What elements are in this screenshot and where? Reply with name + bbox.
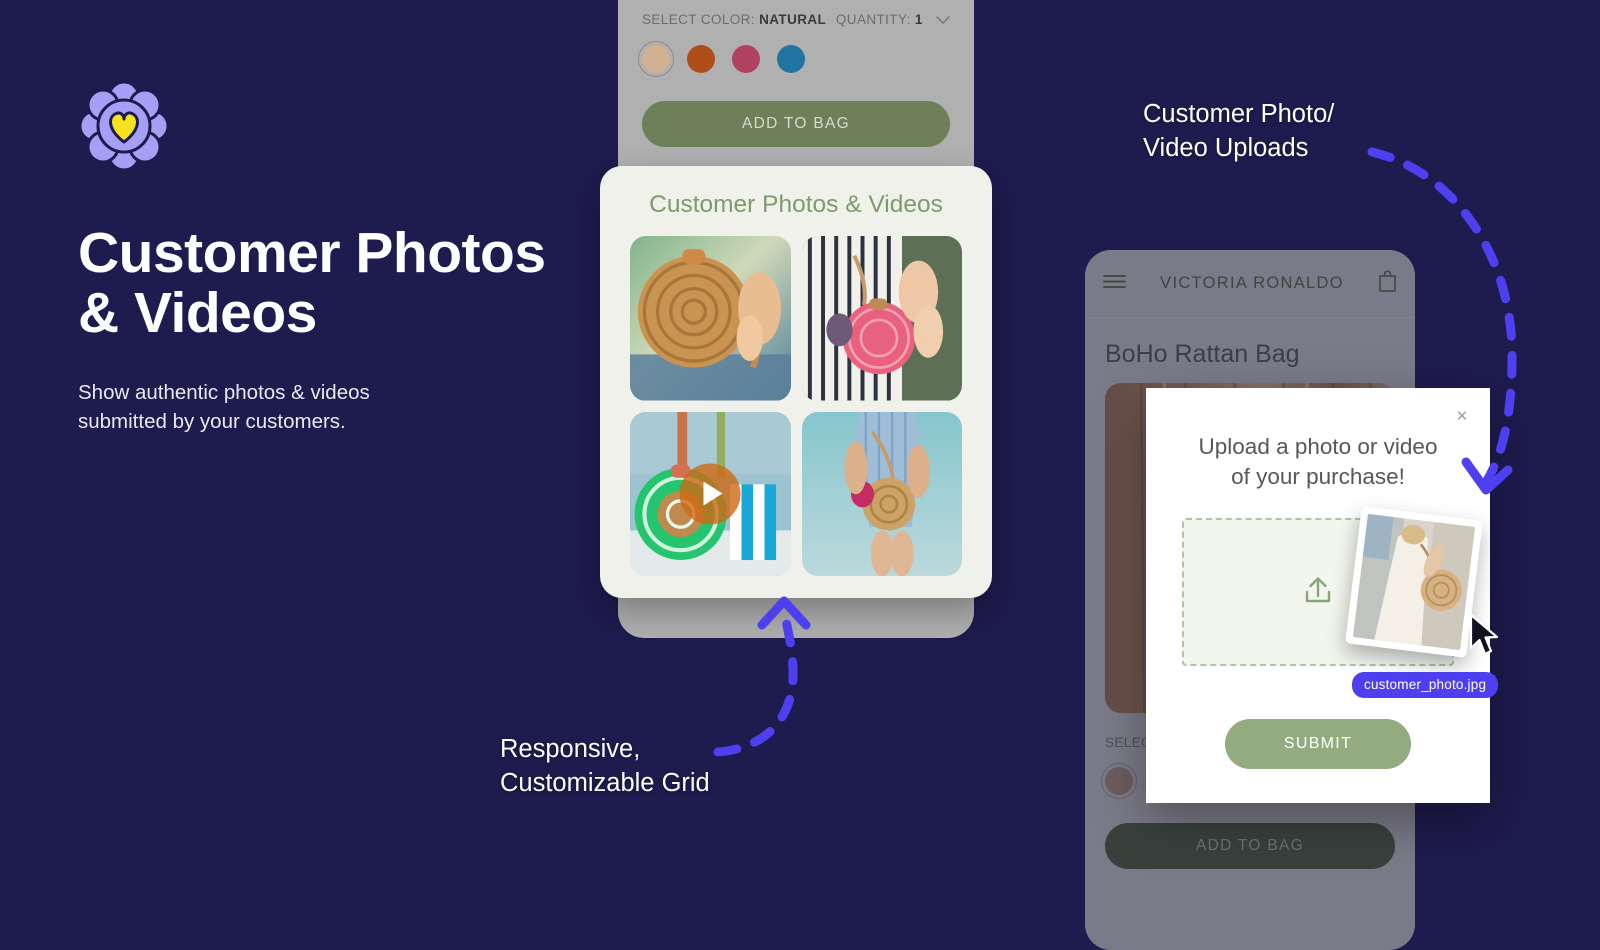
right-add-to-bag-button[interactable]: ADD TO BAG [1105,823,1395,869]
right-color-swatch-natural[interactable] [1101,763,1137,799]
modal-title: Upload a photo or video of your purchase… [1198,434,1438,490]
play-icon[interactable] [679,463,741,525]
ugc-tile-4[interactable] [801,411,962,576]
upload-icon [1298,570,1338,615]
hamburger-menu-icon[interactable] [1103,274,1126,294]
shopping-bag-icon[interactable] [1378,270,1397,297]
ugc-tile-3[interactable] [630,411,791,576]
ugc-tile-1[interactable] [630,236,791,401]
ugc-photo-grid [630,236,962,576]
mouse-pointer-icon [1468,613,1502,662]
dragged-photo-thumbnail[interactable] [1345,506,1483,658]
customer-photos-card: Customer Photos & Videos [600,166,992,598]
add-to-bag-button[interactable]: ADD TO BAG [642,100,950,147]
annotation-grid-label: Responsive, Customizable Grid [500,735,710,797]
close-icon[interactable]: × [1452,406,1472,426]
selected-color-value: NATURAL [759,12,827,28]
color-swatch-rust[interactable] [687,44,715,73]
color-swatch-group [638,40,950,77]
arrow-grid-path [713,615,798,757]
poster-canvas: Customer Photos & Videos Show authentic … [0,0,1600,950]
ugc-card-title: Customer Photos & Videos [649,191,943,218]
product-title: BoHo Rattan Bag [1105,340,1300,368]
color-swatch-natural[interactable] [638,40,674,77]
storefront-header: VICTORIA RONALDO [1085,250,1415,318]
page-title: Customer Photos & Videos [78,221,546,345]
quantity-value: 1 [914,12,923,27]
ugc-tile-2[interactable] [801,236,962,401]
color-swatch-teal-blue[interactable] [777,44,805,73]
chevron-down-icon [936,13,950,28]
annotation-upload-label: Customer Photo/ Video Uploads [1143,100,1335,162]
center-options-row: SELECT COLOR: NATURAL QUANTITY: 1 [642,0,950,28]
select-color-label: SELECT COLOR: NATURAL [642,12,827,28]
dragged-file-name-badge: customer_photo.jpg [1352,672,1499,698]
page-subtitle: Show authentic photos & videos submitted… [78,380,370,433]
quantity-selector[interactable]: QUANTITY: 1 [836,12,950,28]
flower-heart-logo [78,80,170,172]
store-brand-name: VICTORIA RONALDO [1160,274,1344,292]
hero-panel: Customer Photos & Videos Show authentic … [78,80,638,436]
submit-button[interactable]: SUBMIT [1225,719,1411,769]
color-swatch-berry[interactable] [732,44,760,73]
